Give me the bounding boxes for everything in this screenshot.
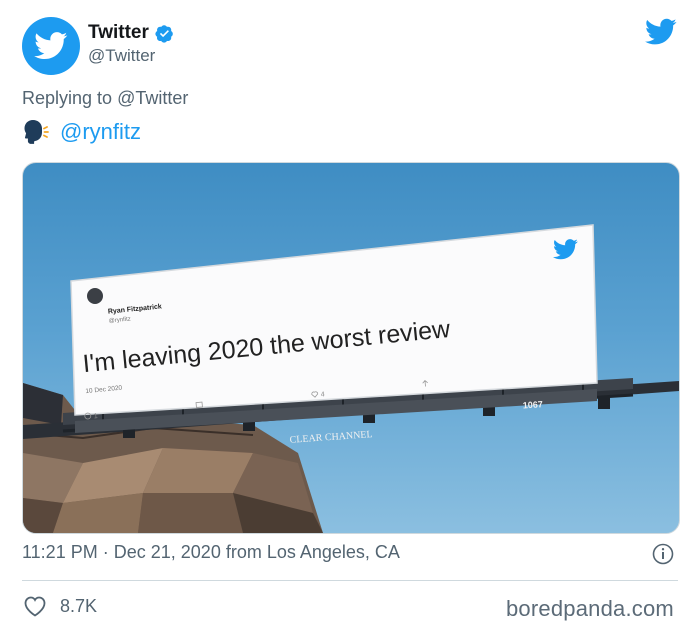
twitter-bird-icon: [34, 32, 68, 60]
mention-link[interactable]: @rynfitz: [60, 119, 141, 145]
verified-badge-icon: [155, 24, 173, 43]
billboard-brand: CLEAR CHANNEL: [289, 429, 373, 446]
author-display-name[interactable]: Twitter: [88, 22, 174, 44]
like-count[interactable]: 8.7K: [60, 596, 97, 617]
billboard-comment-count: 1: [94, 413, 99, 420]
reply-content: @rynfitz: [22, 118, 141, 146]
info-icon[interactable]: [651, 542, 675, 566]
replying-prefix: Replying to: [22, 88, 113, 108]
billboard-like-count: 4: [321, 391, 326, 398]
tweet-location: from Los Angeles, CA: [225, 542, 400, 562]
tweet-date[interactable]: Dec 21, 2020: [114, 542, 221, 562]
tweet-meta: 11:21 PM · Dec 21, 2020 from Los Angeles…: [22, 542, 400, 563]
tweet-photo[interactable]: Ryan Fitzpatrick @rynfitz I'm leaving 20…: [22, 162, 680, 534]
replying-to-line: Replying to @Twitter: [22, 88, 188, 109]
divider: [22, 580, 678, 581]
replying-to-handle[interactable]: @Twitter: [117, 88, 188, 108]
billboard-panel-number: 1067: [522, 399, 543, 410]
twitter-logo-icon[interactable]: [645, 18, 677, 46]
meta-separator: ·: [102, 542, 109, 562]
tweet-time[interactable]: 11:21 PM: [22, 542, 98, 562]
author-handle[interactable]: @Twitter: [88, 46, 155, 66]
watermark: boredpanda.com: [506, 596, 674, 621]
speaking-head-icon: [24, 120, 49, 144]
avatar[interactable]: [22, 17, 80, 75]
billboard-photo: Ryan Fitzpatrick @rynfitz I'm leaving 20…: [23, 224, 679, 533]
author-name-text[interactable]: Twitter: [88, 22, 149, 44]
heart-icon[interactable]: [22, 594, 48, 618]
